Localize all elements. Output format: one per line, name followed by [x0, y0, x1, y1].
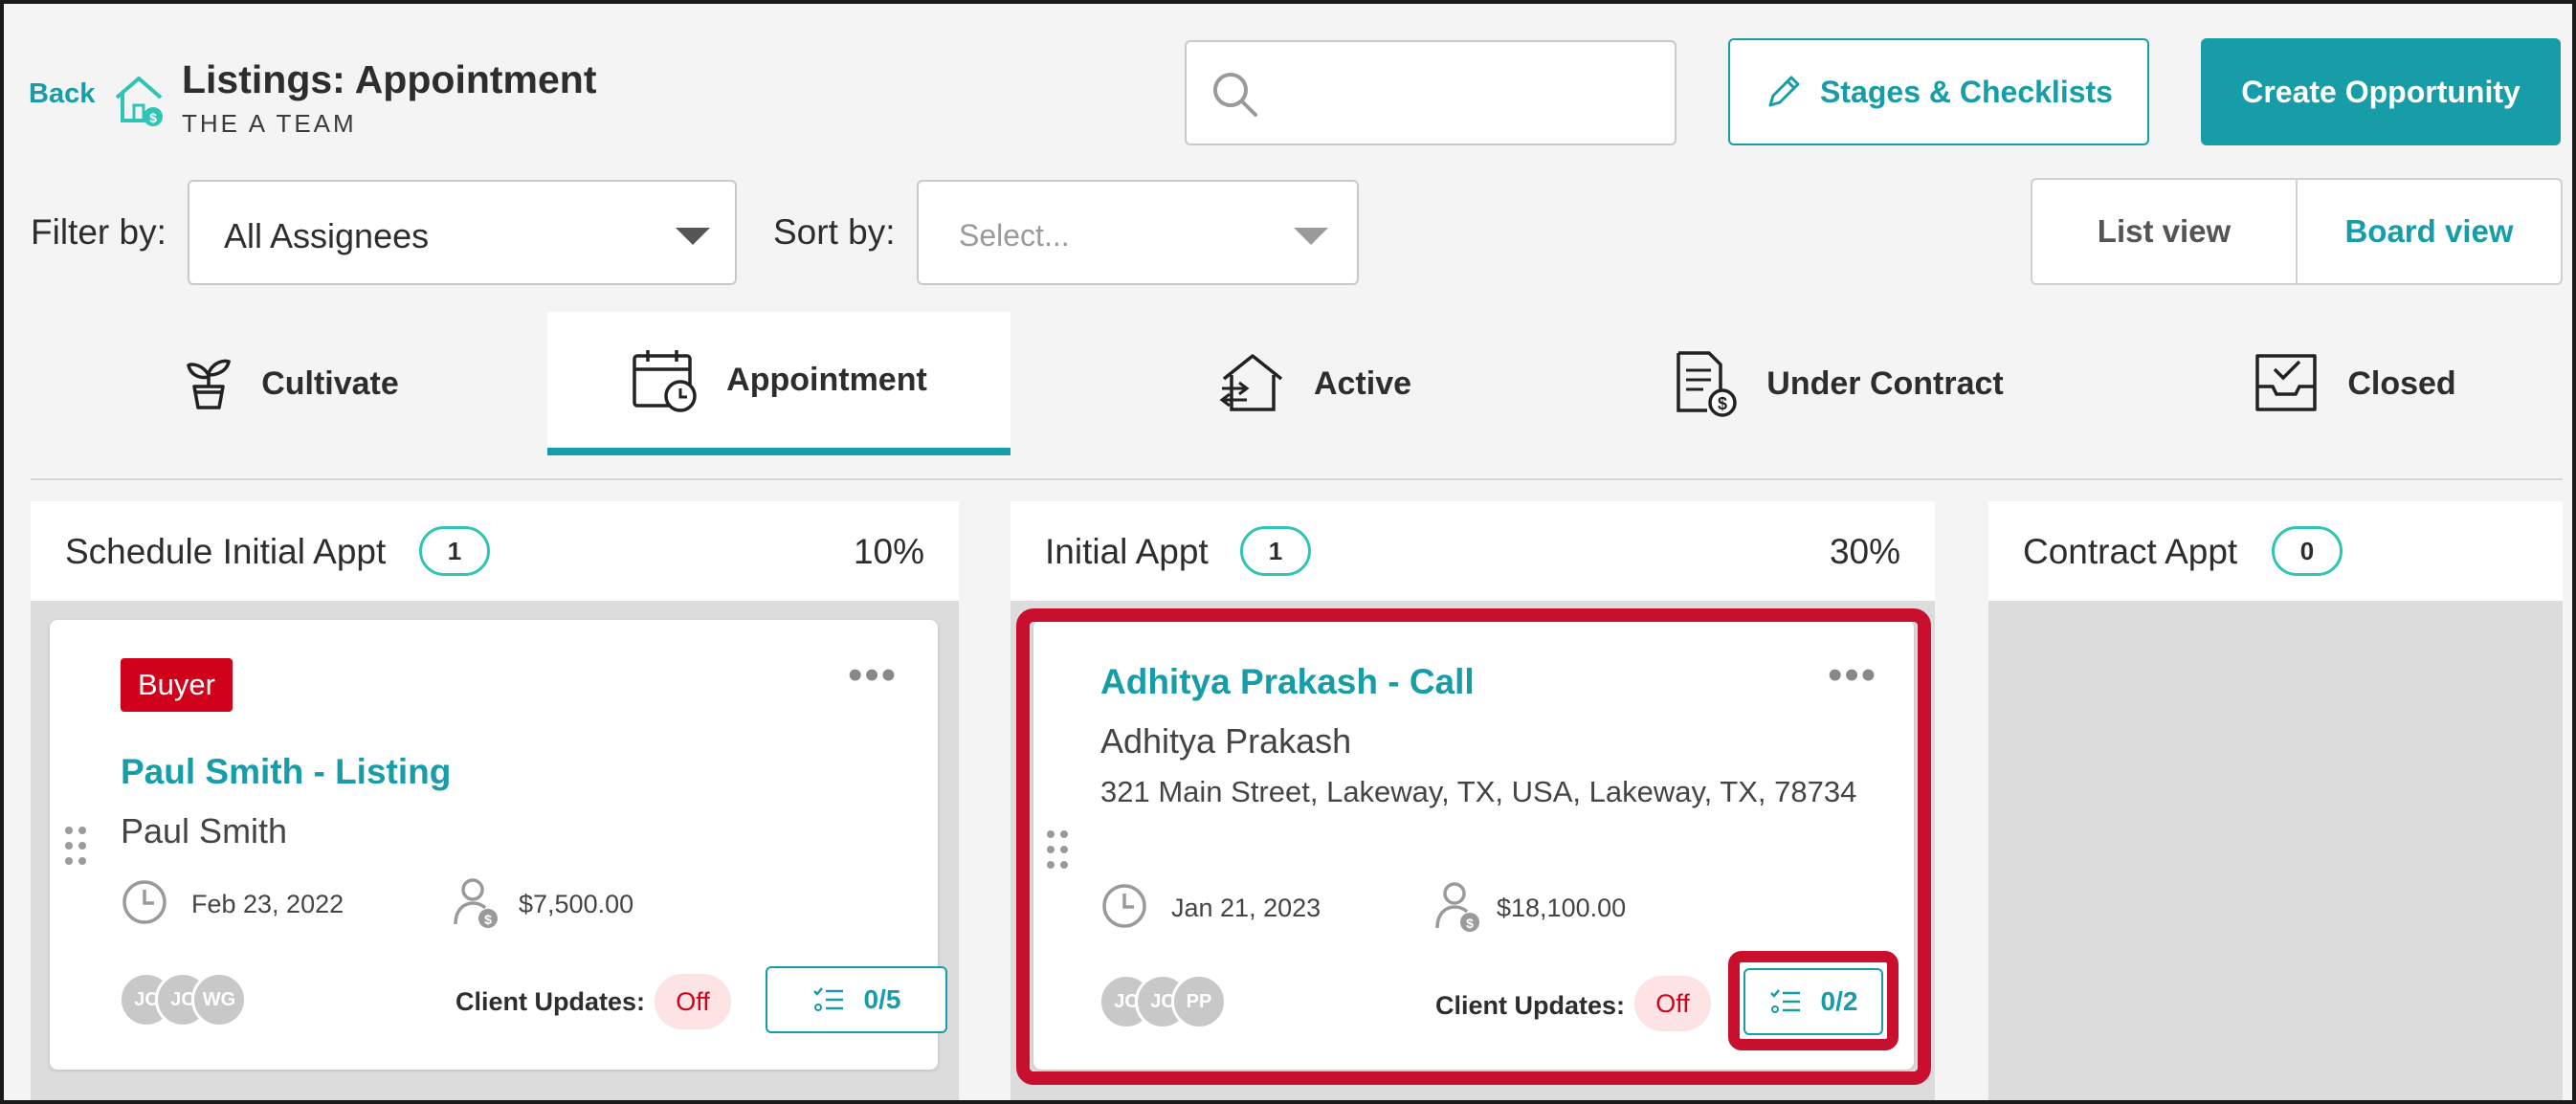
home-dollar-icon: $ [111, 73, 167, 128]
view-toggle: List view Board view [2031, 178, 2563, 285]
opportunity-card[interactable]: Buyer ••• Paul Smith - Listing Paul Smit… [50, 620, 947, 1070]
column-header-schedule-initial-appt: Schedule Initial Appt 1 10% [31, 501, 959, 601]
stages-checklists-button[interactable]: Stages & Checklists [1728, 38, 2149, 145]
column-count-badge: 0 [2272, 526, 2343, 576]
checklist-progress: 0/5 [863, 984, 901, 1014]
tab-under-contract[interactable]: $ Under Contract [1655, 312, 2019, 455]
filter-label: Filter by: [31, 212, 167, 252]
chevron-down-icon [676, 228, 710, 245]
column-header-initial-appt: Initial Appt 1 30% [1010, 501, 1935, 601]
sort-label: Sort by: [773, 212, 896, 252]
column-body-contract-appt [1988, 601, 2563, 1100]
page-title: Listings: Appointment [182, 57, 597, 101]
pencil-icon [1768, 76, 1800, 107]
card-amount: $7,500.00 [519, 890, 634, 918]
client-updates-toggle[interactable]: Off [655, 974, 731, 1029]
column-header-contract-appt: Contract Appt 0 [1988, 501, 2563, 601]
search-icon [1213, 73, 1257, 117]
column-percent: 10% [853, 532, 924, 571]
avatar: WG [191, 972, 247, 1027]
tab-closed-label: Closed [2347, 364, 2456, 402]
assignee-filter-select[interactable]: All Assignees [188, 180, 737, 285]
create-opportunity-button[interactable]: Create Opportunity [2201, 38, 2561, 145]
assignee-filter-value: All Assignees [224, 216, 430, 255]
tab-appointment[interactable]: Appointment [547, 312, 1010, 455]
tab-cultivate[interactable]: Cultivate [147, 312, 434, 455]
column-name: Initial Appt [1045, 532, 1209, 571]
tab-under-contract-label: Under Contract [1766, 364, 2004, 402]
column-count-badge: 1 [1240, 526, 1311, 576]
card-date: Feb 23, 2022 [191, 890, 344, 918]
app-window: Back $ Listings: Appointment THE A TEAM … [0, 0, 2576, 1104]
checklist-icon [812, 987, 843, 1011]
drag-handle-icon[interactable] [63, 825, 88, 872]
tab-closed[interactable]: Closed [2230, 312, 2478, 455]
tabs-divider [31, 478, 2563, 480]
search-input[interactable] [1273, 61, 1655, 124]
buyer-badge: Buyer [121, 658, 233, 712]
sort-placeholder: Select... [959, 218, 1070, 253]
more-options-icon[interactable]: ••• [848, 654, 898, 696]
document-dollar-icon: $ [1677, 351, 1738, 417]
column-name: Contract Appt [2023, 532, 2238, 571]
tab-cultivate-label: Cultivate [261, 364, 399, 402]
search-field[interactable] [1185, 40, 1677, 145]
svg-text:$: $ [1718, 394, 1727, 413]
sort-select[interactable]: Select... [917, 180, 1359, 285]
tab-active-label: Active [1313, 364, 1412, 402]
board-view-button[interactable]: Board view [2298, 180, 2561, 283]
tab-appointment-label: Appointment [726, 361, 927, 398]
column-percent: 30% [1829, 532, 1900, 571]
sprout-icon [187, 359, 232, 409]
svg-text:$: $ [149, 110, 157, 125]
house-arrows-icon [1219, 354, 1283, 411]
column-name: Schedule Initial Appt [65, 532, 387, 571]
inbox-check-icon [2255, 354, 2318, 411]
team-name: THE A TEAM [182, 109, 357, 138]
column-count-badge: 1 [419, 526, 490, 576]
chevron-down-icon [1294, 228, 1328, 245]
card-title-link[interactable]: Paul Smith - Listing [121, 752, 451, 792]
client-updates-label: Client Updates: [455, 987, 646, 1016]
stages-checklists-label: Stages & Checklists [1820, 74, 2113, 109]
create-opportunity-label: Create Opportunity [2241, 74, 2520, 109]
list-view-button[interactable]: List view [2032, 180, 2298, 283]
svg-text:$: $ [484, 912, 492, 927]
tab-active[interactable]: Active [1190, 312, 1439, 455]
card-contact-name: Paul Smith [121, 811, 288, 850]
back-link[interactable]: Back [29, 78, 95, 110]
calendar-clock-icon [633, 350, 697, 412]
checklist-button[interactable]: 0/5 [766, 966, 947, 1033]
checklist-highlight-annotation [1728, 951, 1899, 1050]
person-dollar-icon: $ [454, 878, 498, 928]
clock-icon [122, 880, 167, 924]
